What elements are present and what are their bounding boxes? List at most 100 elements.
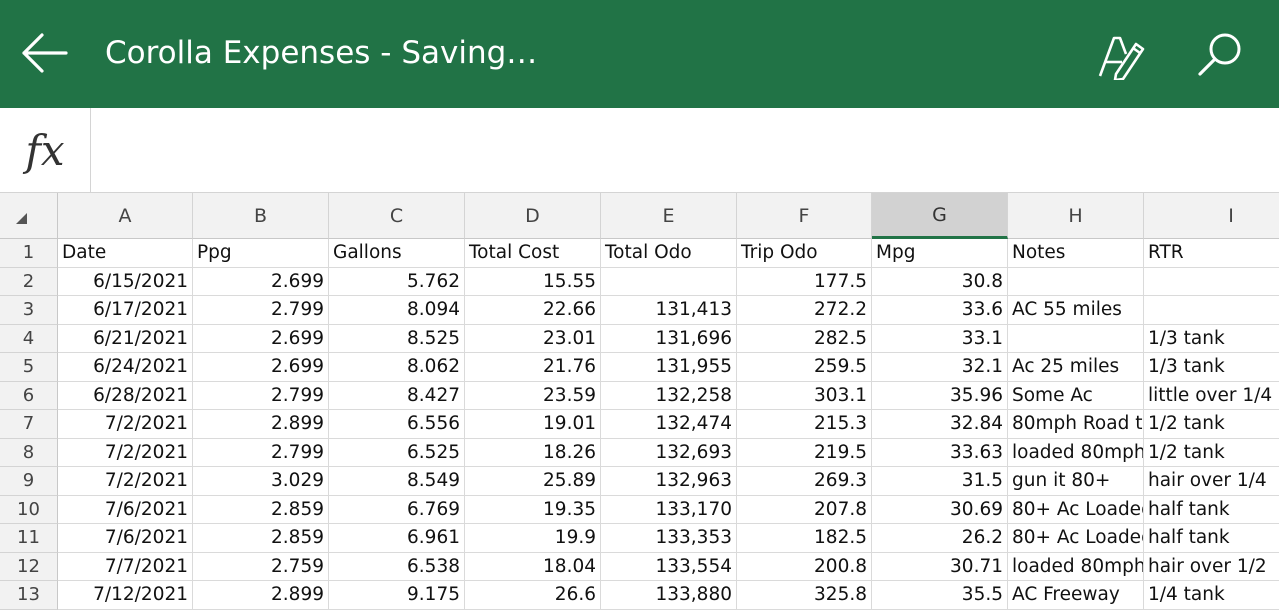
cell-d3[interactable]: 22.66 <box>465 296 601 325</box>
cell-c7[interactable]: 6.556 <box>329 410 465 439</box>
cell-a13[interactable]: 7/12/2021 <box>58 581 193 610</box>
cell-a10[interactable]: 7/6/2021 <box>58 495 193 524</box>
cell-f4[interactable]: 282.5 <box>737 324 872 353</box>
cell-c6[interactable]: 8.427 <box>329 381 465 410</box>
cell-a9[interactable]: 7/2/2021 <box>58 467 193 496</box>
cell-a3[interactable]: 6/17/2021 <box>58 296 193 325</box>
cell-g2[interactable]: 30.8 <box>872 267 1008 296</box>
cell-h5[interactable]: Ac 25 miles <box>1008 353 1144 382</box>
cell-i8[interactable]: 1/2 tank <box>1144 439 1279 467</box>
cell-h3[interactable]: AC 55 miles <box>1008 296 1144 325</box>
cell-i12[interactable]: hair over 1/2 <box>1144 553 1279 581</box>
column-header-b[interactable]: B <box>193 193 329 239</box>
cell-g7[interactable]: 32.84 <box>872 410 1008 439</box>
cell-f3[interactable]: 272.2 <box>737 296 872 325</box>
cell-f12[interactable]: 200.8 <box>737 552 872 581</box>
cell-h2[interactable] <box>1008 267 1144 296</box>
cell-e5[interactable]: 131,955 <box>601 353 737 382</box>
cell-e9[interactable]: 132,963 <box>601 467 737 496</box>
column-header-g[interactable]: G <box>872 193 1008 239</box>
cell-h9[interactable]: gun it 80+ <box>1008 467 1144 496</box>
cell-d1[interactable]: Total Cost <box>465 239 601 268</box>
cell-d8[interactable]: 18.26 <box>465 438 601 467</box>
cell-g4[interactable]: 33.1 <box>872 324 1008 353</box>
column-header-h[interactable]: H <box>1008 193 1144 239</box>
cell-g1[interactable]: Mpg <box>872 239 1008 268</box>
cell-e8[interactable]: 132,693 <box>601 438 737 467</box>
cell-b3[interactable]: 2.799 <box>193 296 329 325</box>
cell-i13[interactable]: 1/4 tank <box>1144 581 1279 610</box>
column-header-d[interactable]: D <box>465 193 601 239</box>
cell-c2[interactable]: 5.762 <box>329 267 465 296</box>
cell-a8[interactable]: 7/2/2021 <box>58 438 193 467</box>
cell-b1[interactable]: Ppg <box>193 239 329 268</box>
cell-i6[interactable]: little over 1/4 <box>1144 382 1279 410</box>
row-header-2[interactable]: 2 <box>0 267 58 296</box>
cell-a11[interactable]: 7/6/2021 <box>58 524 193 553</box>
cell-d4[interactable]: 23.01 <box>465 324 601 353</box>
cell-b2[interactable]: 2.699 <box>193 267 329 296</box>
cell-e1[interactable]: Total Odo <box>601 239 737 268</box>
cell-e4[interactable]: 131,696 <box>601 324 737 353</box>
row-header-1[interactable]: 1 <box>0 239 58 268</box>
row-header-5[interactable]: 5 <box>0 353 58 382</box>
cell-b4[interactable]: 2.699 <box>193 324 329 353</box>
cell-c3[interactable]: 8.094 <box>329 296 465 325</box>
cell-c5[interactable]: 8.062 <box>329 353 465 382</box>
cell-c12[interactable]: 6.538 <box>329 552 465 581</box>
cell-a12[interactable]: 7/7/2021 <box>58 552 193 581</box>
cell-b13[interactable]: 2.899 <box>193 581 329 610</box>
cell-i9[interactable]: hair over 1/4 <box>1144 467 1279 496</box>
cell-g3[interactable]: 33.6 <box>872 296 1008 325</box>
cell-a7[interactable]: 7/2/2021 <box>58 410 193 439</box>
column-header-c[interactable]: C <box>329 193 465 239</box>
cell-e3[interactable]: 131,413 <box>601 296 737 325</box>
row-header-4[interactable]: 4 <box>0 324 58 353</box>
row-header-9[interactable]: 9 <box>0 467 58 496</box>
cell-i3[interactable] <box>1144 296 1279 325</box>
cell-c8[interactable]: 6.525 <box>329 438 465 467</box>
cell-f5[interactable]: 259.5 <box>737 353 872 382</box>
cell-b8[interactable]: 2.799 <box>193 438 329 467</box>
cell-c10[interactable]: 6.769 <box>329 495 465 524</box>
row-header-12[interactable]: 12 <box>0 552 58 581</box>
cell-b11[interactable]: 2.859 <box>193 524 329 553</box>
column-header-a[interactable]: A <box>58 193 193 239</box>
cell-f8[interactable]: 219.5 <box>737 438 872 467</box>
cell-h12[interactable]: loaded 80mph+ <box>1008 552 1144 581</box>
row-header-13[interactable]: 13 <box>0 581 58 610</box>
row-header-6[interactable]: 6 <box>0 381 58 410</box>
cell-h10[interactable]: 80+ Ac Loaded <box>1008 495 1144 524</box>
cell-d9[interactable]: 25.89 <box>465 467 601 496</box>
column-header-i[interactable]: I <box>1144 193 1279 239</box>
cell-e12[interactable]: 133,554 <box>601 552 737 581</box>
cell-i5[interactable]: 1/3 tank <box>1144 353 1279 382</box>
cell-a6[interactable]: 6/28/2021 <box>58 381 193 410</box>
cell-e11[interactable]: 133,353 <box>601 524 737 553</box>
cell-d6[interactable]: 23.59 <box>465 381 601 410</box>
cell-g13[interactable]: 35.5 <box>872 581 1008 610</box>
cell-c1[interactable]: Gallons <box>329 239 465 268</box>
cell-d2[interactable]: 15.55 <box>465 267 601 296</box>
cell-c13[interactable]: 9.175 <box>329 581 465 610</box>
cell-h7[interactable]: 80mph Road tri <box>1008 410 1144 439</box>
cell-a4[interactable]: 6/21/2021 <box>58 324 193 353</box>
cell-h11[interactable]: 80+ Ac Loaded <box>1008 524 1144 553</box>
cell-e6[interactable]: 132,258 <box>601 381 737 410</box>
cell-g8[interactable]: 33.63 <box>872 438 1008 467</box>
cell-d13[interactable]: 26.6 <box>465 581 601 610</box>
cell-d12[interactable]: 18.04 <box>465 552 601 581</box>
function-icon[interactable]: fx <box>0 108 91 192</box>
cell-f1[interactable]: Trip Odo <box>737 239 872 268</box>
cell-d10[interactable]: 19.35 <box>465 495 601 524</box>
cell-e2[interactable] <box>601 267 737 296</box>
cell-f6[interactable]: 303.1 <box>737 381 872 410</box>
cell-e7[interactable]: 132,474 <box>601 410 737 439</box>
cell-a5[interactable]: 6/24/2021 <box>58 353 193 382</box>
cell-f11[interactable]: 182.5 <box>737 524 872 553</box>
cell-g12[interactable]: 30.71 <box>872 552 1008 581</box>
back-button[interactable] <box>20 31 68 75</box>
cell-h6[interactable]: Some Ac <box>1008 381 1144 410</box>
formula-input[interactable] <box>91 108 1279 192</box>
cell-i1[interactable]: RTR <box>1144 239 1279 268</box>
